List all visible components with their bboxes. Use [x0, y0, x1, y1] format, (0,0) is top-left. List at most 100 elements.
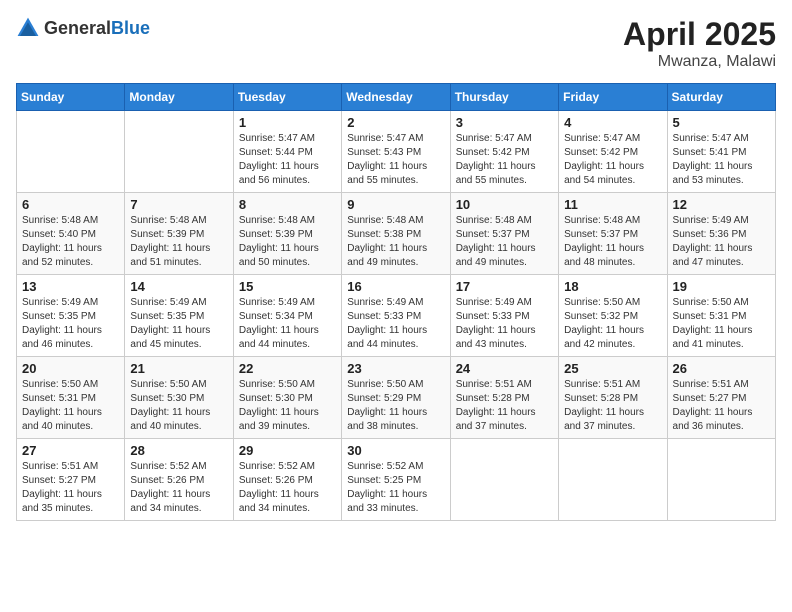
- calendar-day-cell: 21 Sunrise: 5:50 AM Sunset: 5:30 PM Dayli…: [125, 357, 233, 439]
- day-info: Sunrise: 5:52 AM Sunset: 5:25 PM Dayligh…: [347, 460, 444, 516]
- day-info: Sunrise: 5:49 AM Sunset: 5:34 PM Dayligh…: [239, 296, 336, 352]
- calendar-day-cell: 5Sunrise: 5:47 AM Sunset: 5:41 PM Daylig…: [667, 111, 775, 193]
- calendar-day-cell: 22 Sunrise: 5:50 AM Sunset: 5:30 PM Dayli…: [233, 357, 341, 439]
- calendar-day-cell: [125, 111, 233, 193]
- day-number: 10: [456, 197, 553, 212]
- day-of-week-header: Tuesday: [233, 84, 341, 111]
- day-info: Sunrise: 5:49 AM Sunset: 5:33 PM Dayligh…: [456, 296, 553, 352]
- calendar-day-cell: 12 Sunrise: 5:49 AM Sunset: 5:36 PM Dayli…: [667, 193, 775, 275]
- calendar-day-cell: [667, 439, 775, 521]
- calendar-day-cell: 17 Sunrise: 5:49 AM Sunset: 5:33 PM Dayli…: [450, 275, 558, 357]
- day-number: 23: [347, 361, 444, 376]
- calendar-table: SundayMondayTuesdayWednesdayThursdayFrid…: [16, 83, 776, 521]
- day-info: Sunrise: 5:50 AM Sunset: 5:29 PM Dayligh…: [347, 378, 444, 434]
- day-info: Sunrise: 5:48 AM Sunset: 5:39 PM Dayligh…: [130, 214, 227, 270]
- day-number: 17: [456, 279, 553, 294]
- calendar-day-cell: [559, 439, 667, 521]
- day-info: Sunrise: 5:47 AM Sunset: 5:43 PM Dayligh…: [347, 132, 444, 188]
- calendar-day-cell: 14 Sunrise: 5:49 AM Sunset: 5:35 PM Dayli…: [125, 275, 233, 357]
- day-info: Sunrise: 5:51 AM Sunset: 5:28 PM Dayligh…: [564, 378, 661, 434]
- location-title: Mwanza, Malawi: [623, 53, 776, 71]
- calendar-day-cell: 16 Sunrise: 5:49 AM Sunset: 5:33 PM Dayli…: [342, 275, 450, 357]
- calendar-week-row: 13 Sunrise: 5:49 AM Sunset: 5:35 PM Dayli…: [17, 275, 776, 357]
- calendar-day-cell: 7 Sunrise: 5:48 AM Sunset: 5:39 PM Daylig…: [125, 193, 233, 275]
- day-number: 12: [673, 197, 770, 212]
- calendar-day-cell: 6 Sunrise: 5:48 AM Sunset: 5:40 PM Daylig…: [17, 193, 125, 275]
- day-number: 20: [22, 361, 119, 376]
- day-info: Sunrise: 5:47 AM Sunset: 5:42 PM Dayligh…: [456, 132, 553, 188]
- calendar-day-cell: 23 Sunrise: 5:50 AM Sunset: 5:29 PM Dayli…: [342, 357, 450, 439]
- day-info: Sunrise: 5:48 AM Sunset: 5:37 PM Dayligh…: [564, 214, 661, 270]
- calendar-week-row: 1Sunrise: 5:47 AM Sunset: 5:44 PM Daylig…: [17, 111, 776, 193]
- calendar-day-cell: 20Sunrise: 5:50 AM Sunset: 5:31 PM Dayli…: [17, 357, 125, 439]
- day-number: 30: [347, 443, 444, 458]
- day-of-week-header: Thursday: [450, 84, 558, 111]
- day-info: Sunrise: 5:47 AM Sunset: 5:44 PM Dayligh…: [239, 132, 336, 188]
- day-number: 28: [130, 443, 227, 458]
- day-number: 6: [22, 197, 119, 212]
- calendar-day-cell: 15 Sunrise: 5:49 AM Sunset: 5:34 PM Dayli…: [233, 275, 341, 357]
- day-number: 18: [564, 279, 661, 294]
- calendar-day-cell: 19 Sunrise: 5:50 AM Sunset: 5:31 PM Dayli…: [667, 275, 775, 357]
- day-info: Sunrise: 5:49 AM Sunset: 5:35 PM Dayligh…: [130, 296, 227, 352]
- logo: GeneralBlue: [16, 16, 150, 40]
- calendar-body: 1Sunrise: 5:47 AM Sunset: 5:44 PM Daylig…: [17, 111, 776, 521]
- day-info: Sunrise: 5:49 AM Sunset: 5:36 PM Dayligh…: [673, 214, 770, 270]
- day-number: 22: [239, 361, 336, 376]
- day-info: Sunrise: 5:49 AM Sunset: 5:33 PM Dayligh…: [347, 296, 444, 352]
- day-number: 21: [130, 361, 227, 376]
- day-number: 16: [347, 279, 444, 294]
- day-info: Sunrise: 5:50 AM Sunset: 5:30 PM Dayligh…: [239, 378, 336, 434]
- day-number: 25: [564, 361, 661, 376]
- day-info: Sunrise: 5:50 AM Sunset: 5:32 PM Dayligh…: [564, 296, 661, 352]
- calendar-day-cell: 3Sunrise: 5:47 AM Sunset: 5:42 PM Daylig…: [450, 111, 558, 193]
- day-number: 8: [239, 197, 336, 212]
- day-info: Sunrise: 5:52 AM Sunset: 5:26 PM Dayligh…: [130, 460, 227, 516]
- day-info: Sunrise: 5:51 AM Sunset: 5:27 PM Dayligh…: [673, 378, 770, 434]
- day-of-week-header: Friday: [559, 84, 667, 111]
- day-info: Sunrise: 5:48 AM Sunset: 5:40 PM Dayligh…: [22, 214, 119, 270]
- day-number: 19: [673, 279, 770, 294]
- day-info: Sunrise: 5:49 AM Sunset: 5:35 PM Dayligh…: [22, 296, 119, 352]
- calendar-day-cell: 25 Sunrise: 5:51 AM Sunset: 5:28 PM Dayli…: [559, 357, 667, 439]
- calendar-day-cell: 27 Sunrise: 5:51 AM Sunset: 5:27 PM Dayli…: [17, 439, 125, 521]
- day-number: 7: [130, 197, 227, 212]
- day-number: 26: [673, 361, 770, 376]
- calendar-day-cell: 9 Sunrise: 5:48 AM Sunset: 5:38 PM Daylig…: [342, 193, 450, 275]
- calendar-week-row: 20Sunrise: 5:50 AM Sunset: 5:31 PM Dayli…: [17, 357, 776, 439]
- day-number: 27: [22, 443, 119, 458]
- calendar-day-cell: 8 Sunrise: 5:48 AM Sunset: 5:39 PM Daylig…: [233, 193, 341, 275]
- day-of-week-header: Wednesday: [342, 84, 450, 111]
- calendar-day-cell: 24Sunrise: 5:51 AM Sunset: 5:28 PM Dayli…: [450, 357, 558, 439]
- month-title: April 2025: [623, 16, 776, 53]
- day-info: Sunrise: 5:47 AM Sunset: 5:41 PM Dayligh…: [673, 132, 770, 188]
- day-number: 11: [564, 197, 661, 212]
- calendar-day-cell: 30 Sunrise: 5:52 AM Sunset: 5:25 PM Dayli…: [342, 439, 450, 521]
- calendar-day-cell: 10 Sunrise: 5:48 AM Sunset: 5:37 PM Dayli…: [450, 193, 558, 275]
- calendar-day-cell: [17, 111, 125, 193]
- day-info: Sunrise: 5:48 AM Sunset: 5:38 PM Dayligh…: [347, 214, 444, 270]
- day-number: 13: [22, 279, 119, 294]
- day-info: Sunrise: 5:50 AM Sunset: 5:31 PM Dayligh…: [673, 296, 770, 352]
- day-number: 2: [347, 115, 444, 130]
- calendar-day-cell: 2 Sunrise: 5:47 AM Sunset: 5:43 PM Daylig…: [342, 111, 450, 193]
- day-info: Sunrise: 5:52 AM Sunset: 5:26 PM Dayligh…: [239, 460, 336, 516]
- day-info: Sunrise: 5:47 AM Sunset: 5:42 PM Dayligh…: [564, 132, 661, 188]
- calendar-week-row: 27 Sunrise: 5:51 AM Sunset: 5:27 PM Dayli…: [17, 439, 776, 521]
- calendar-week-row: 6 Sunrise: 5:48 AM Sunset: 5:40 PM Daylig…: [17, 193, 776, 275]
- day-info: Sunrise: 5:48 AM Sunset: 5:37 PM Dayligh…: [456, 214, 553, 270]
- day-number: 4: [564, 115, 661, 130]
- calendar-day-cell: 11 Sunrise: 5:48 AM Sunset: 5:37 PM Dayli…: [559, 193, 667, 275]
- day-info: Sunrise: 5:50 AM Sunset: 5:30 PM Dayligh…: [130, 378, 227, 434]
- day-number: 29: [239, 443, 336, 458]
- calendar-day-cell: 18 Sunrise: 5:50 AM Sunset: 5:32 PM Dayli…: [559, 275, 667, 357]
- day-number: 14: [130, 279, 227, 294]
- day-number: 15: [239, 279, 336, 294]
- day-number: 24: [456, 361, 553, 376]
- day-of-week-header: Saturday: [667, 84, 775, 111]
- day-info: Sunrise: 5:48 AM Sunset: 5:39 PM Dayligh…: [239, 214, 336, 270]
- day-info: Sunrise: 5:51 AM Sunset: 5:27 PM Dayligh…: [22, 460, 119, 516]
- calendar-day-cell: 1Sunrise: 5:47 AM Sunset: 5:44 PM Daylig…: [233, 111, 341, 193]
- day-number: 9: [347, 197, 444, 212]
- day-of-week-header: Sunday: [17, 84, 125, 111]
